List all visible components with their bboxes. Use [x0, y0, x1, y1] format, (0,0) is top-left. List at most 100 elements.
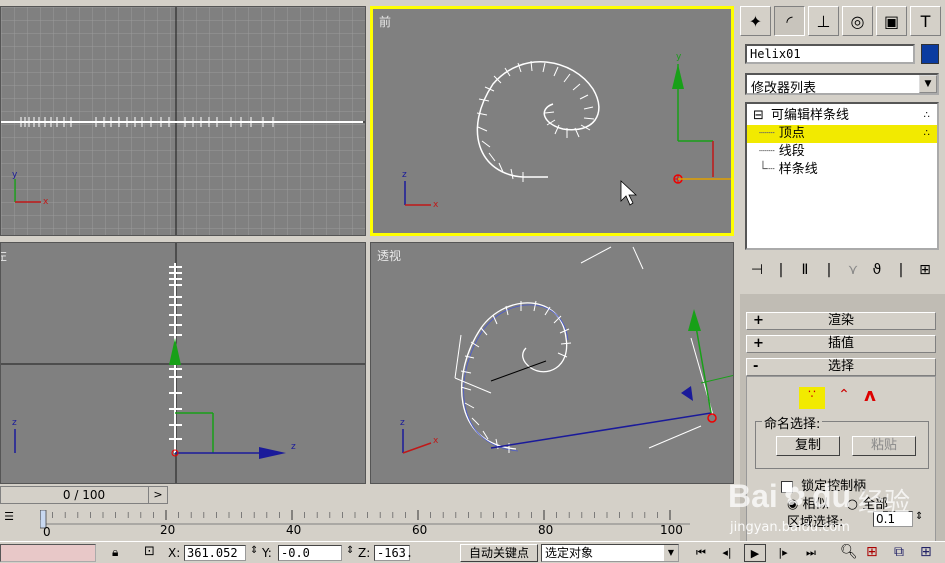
stack-item-segment[interactable]: ┈┈ 线段	[747, 143, 937, 161]
z-coordinate-input[interactable]: -163.	[374, 545, 413, 561]
viewport-front[interactable]: y z x 前	[370, 6, 734, 236]
remove-modifier-icon[interactable]: ϑ	[865, 262, 889, 278]
rollout-interpolation[interactable]: + 插值	[746, 335, 936, 353]
dropdown-arrow-icon[interactable]: ▼	[664, 545, 678, 561]
next-frame-button[interactable]: >	[148, 486, 168, 504]
track-bar-ruler: 0 20 40 60 80 100	[39, 509, 690, 539]
tree-branch-icon: ┈┈	[759, 144, 775, 159]
lock-handles-label: 锁定控制柄	[801, 479, 867, 494]
go-to-start-icon[interactable]: ⏮	[690, 544, 712, 562]
previous-frame-icon[interactable]: ◂|	[716, 544, 738, 562]
stack-root-label: 可编辑样条线	[771, 108, 850, 123]
zoom-extents-all-icon[interactable]: ⊞	[920, 544, 932, 560]
object-color-swatch[interactable]	[921, 44, 939, 64]
lock-icon[interactable]: 🔒︎	[112, 545, 118, 560]
next-frame-icon[interactable]: |▸	[772, 544, 794, 562]
x-spinner-icon[interactable]: ⇕	[250, 545, 258, 556]
track-bar[interactable]: 0 20 40 60 80 100	[39, 509, 740, 540]
modify-icon[interactable]: ◜	[774, 6, 805, 36]
similar-label: 相似	[802, 497, 829, 512]
svg-text:y: y	[12, 170, 18, 180]
zoom-all-icon[interactable]: ⊞	[866, 544, 878, 560]
svg-text:x: x	[433, 436, 439, 446]
lock-handles-row[interactable]: 锁定控制柄	[781, 475, 866, 494]
spline-mode-icon[interactable]: ʌ	[857, 385, 883, 407]
pin-stack-icon[interactable]: ⊣	[745, 262, 769, 278]
utilities-icon[interactable]: T	[910, 6, 941, 36]
make-unique-icon[interactable]: ⋎	[841, 262, 865, 278]
stack-toolbar: ⊣ | Ⅱ | ⋎ ϑ | ⊞	[745, 258, 939, 282]
stack-item-label: 样条线	[778, 162, 818, 177]
segment-mode-icon[interactable]: ⌃	[831, 387, 857, 409]
divider: |	[826, 262, 832, 278]
modifier-list-dropdown[interactable]: 修改器列表 ▼	[745, 73, 939, 96]
zoom-extents-icon[interactable]: ⧉	[894, 544, 904, 560]
rollout-rendering[interactable]: + 渲染	[746, 312, 936, 330]
area-spinner-icon[interactable]: ⇕	[915, 511, 923, 522]
area-selection-row: 区域选择:	[787, 511, 843, 530]
maxscript-listener-mini[interactable]	[0, 544, 96, 562]
zoom-icon[interactable]: 🔍︎	[840, 544, 858, 560]
svg-text:z: z	[400, 418, 405, 428]
named-selection-title: 命名选择:	[762, 413, 823, 432]
collapse-icon[interactable]: ⊟	[753, 108, 764, 123]
object-name-input[interactable]: Helix01	[745, 44, 915, 64]
divider: |	[898, 262, 904, 278]
area-selection-input[interactable]: 0.1	[873, 511, 913, 527]
viewport-front-canvas: y z x	[402, 52, 731, 210]
lock-handles-checkbox[interactable]	[781, 480, 793, 493]
stack-item-vertex[interactable]: ┈┈ 顶点 ∴	[747, 125, 937, 143]
all-radio-icon[interactable]: ○	[847, 497, 858, 512]
stack-item-spline[interactable]: └┈ 样条线	[747, 161, 937, 179]
svg-text:z: z	[291, 442, 296, 452]
auto-key-button[interactable]: 自动关键点	[460, 544, 538, 562]
command-panel-tabs: ✦ ◜ ⊥ ◎ ▣ T	[740, 6, 945, 38]
lock-mode-row: ◉ 相似 ○ 全部	[787, 493, 888, 512]
track-tick-label: 40	[286, 523, 301, 537]
motion-icon[interactable]: ◎	[842, 6, 873, 36]
vertex-mode-icon[interactable]: ∵	[799, 387, 825, 409]
y-label: Y:	[262, 546, 272, 560]
rollout-container: + 渲染 + 插值 - 选择 ∵ ⌃ ʌ 命名选择: 复制 粘贴 锁定控制柄 ◉…	[740, 294, 945, 561]
frame-display: 0 / 100	[62, 488, 106, 502]
stack-item-label: 顶点	[778, 126, 805, 141]
y-spinner-icon[interactable]: ⇕	[346, 545, 354, 556]
show-end-result-icon[interactable]: Ⅱ	[793, 262, 817, 278]
paste-button[interactable]: 粘贴	[852, 436, 916, 456]
svg-text:z: z	[12, 418, 17, 428]
selection-rollout-body: ∵ ⌃ ʌ 命名选择: 复制 粘贴 锁定控制柄 ◉ 相似 ○ 全部 区域选择: …	[746, 376, 936, 561]
viewport-left[interactable]: z z 左	[0, 242, 366, 484]
divider: |	[778, 262, 784, 278]
track-bar-menu-icon[interactable]: ☰	[0, 510, 18, 528]
named-selection-group: 命名选择: 复制 粘贴	[755, 413, 929, 469]
viewport-perspective-canvas: z x	[400, 246, 733, 454]
display-icon[interactable]: ▣	[876, 6, 907, 36]
rollout-selection[interactable]: - 选择	[746, 358, 936, 376]
hierarchy-icon[interactable]: ⊥	[808, 6, 839, 36]
tree-branch-icon: ┈┈	[759, 126, 775, 141]
configure-sets-icon[interactable]: ⊞	[913, 262, 937, 278]
all-label: 全部	[862, 497, 889, 512]
y-coordinate-input[interactable]: -0.0	[278, 545, 342, 561]
selection-filter-dropdown[interactable]: 选定对象 ▼	[541, 544, 679, 562]
vertex-dots-icon: ∴	[923, 128, 931, 139]
area-selection-label: 区域选择:	[787, 515, 844, 530]
create-icon[interactable]: ✦	[740, 6, 771, 36]
viewport-top-left[interactable]: y x	[0, 6, 366, 236]
go-to-end-icon[interactable]: ⏭	[800, 544, 822, 562]
track-tick-label: 20	[160, 523, 175, 537]
similar-radio-icon[interactable]: ◉	[787, 497, 798, 512]
play-icon[interactable]: ▶	[744, 544, 766, 562]
x-coordinate-input[interactable]: 361.052	[184, 545, 246, 561]
svg-text:x: x	[43, 197, 49, 207]
modifier-stack: ⊟ 可编辑样条线 ∴ ┈┈ 顶点 ∴ ┈┈ 线段 └┈ 样条线	[745, 102, 939, 250]
svg-text:x: x	[433, 200, 439, 210]
dropdown-arrow-icon[interactable]: ▼	[919, 75, 937, 93]
time-slider[interactable]: 0 / 100	[0, 486, 168, 504]
copy-button[interactable]: 复制	[776, 436, 840, 456]
selection-filter-value: 选定对象	[545, 546, 594, 560]
absolute-mode-icon[interactable]: ⊡	[144, 544, 155, 559]
stack-root[interactable]: ⊟ 可编辑样条线 ∴	[747, 107, 937, 125]
viewport-label: 左	[1, 247, 7, 264]
viewport-perspective[interactable]: z x 透视	[370, 242, 734, 484]
